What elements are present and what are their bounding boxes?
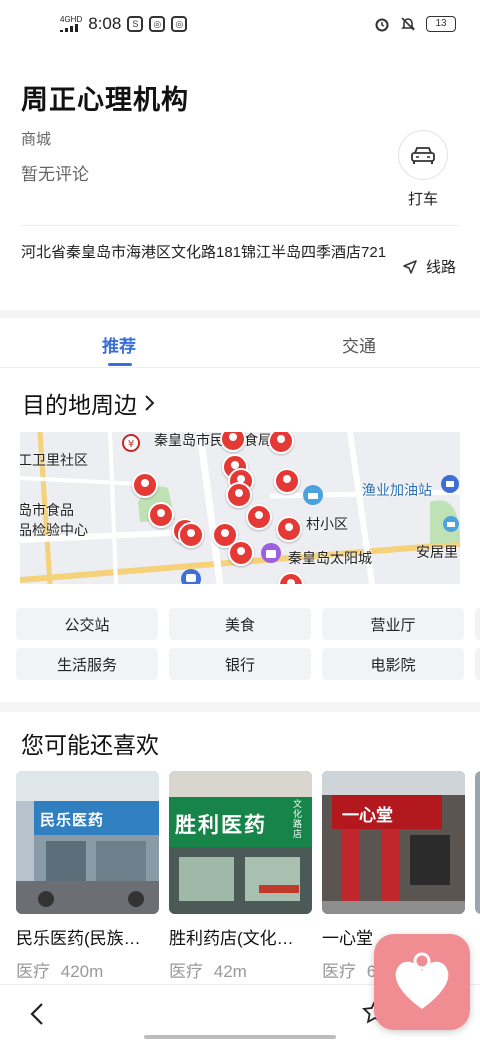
taxi-button[interactable]: [398, 130, 448, 180]
store-photo: 胜利医药 文化路店: [169, 771, 312, 914]
card-title: 胜利药店(文化…: [169, 929, 294, 948]
alarm-icon: [375, 18, 389, 32]
navigation-arrow-icon: [403, 259, 417, 274]
map-pin[interactable]: [148, 502, 174, 528]
notification-icon: S: [127, 16, 144, 32]
bus-icon: [181, 569, 201, 584]
svg-text:¥: ¥: [128, 439, 134, 450]
card-category: 医疗: [322, 962, 356, 981]
status-right: 13: [374, 16, 456, 32]
recommend-card[interactable]: 民乐医药 民乐医药(民族… 医疗 420m: [16, 771, 159, 982]
hospital-icon: [303, 485, 323, 505]
heart-person-icon: [395, 952, 449, 1009]
home-indicator[interactable]: [144, 1035, 336, 1039]
map-label: 秦皇岛太阳城: [288, 550, 372, 566]
map-label: 岛市食品: [20, 502, 74, 518]
map-pin[interactable]: [246, 504, 272, 530]
store-sign-side: 文化路店: [293, 799, 303, 839]
map-label: 村小区: [306, 516, 348, 532]
battery-indicator: 13: [426, 16, 456, 32]
detail-tabs-section: 推荐 交通 目的地周边 秦皇岛市民 食局 工卫里社区 渔业加油站 岛市食品 品检…: [0, 318, 480, 702]
place-address: 河北省秦皇岛市海港区文化路181锦江半岛四季酒店721: [21, 244, 387, 261]
store-sign: 民乐医药: [40, 812, 105, 829]
card-category: 医疗: [16, 962, 50, 981]
app-notification-icon: ◎: [149, 16, 166, 32]
chip-overflow-2: [475, 648, 480, 680]
map-pin[interactable]: [274, 468, 300, 494]
card-title: 民乐医药(民族…: [16, 929, 141, 948]
place-category: 商城: [21, 131, 52, 148]
chip-service-hall[interactable]: 营业厅: [322, 608, 464, 640]
map-pin[interactable]: [132, 472, 158, 498]
place-header: 周正心理机构 商城 暂无评论 打车 河北省秦皇岛市海港区文化路181锦江半岛四季…: [0, 52, 480, 310]
route-label: 线路: [426, 259, 457, 276]
floating-app-button[interactable]: [374, 934, 470, 1030]
status-bar: 4GHD 8:08 S ◎ ◎ 13: [0, 0, 480, 52]
chip-bus-stop[interactable]: 公交站: [16, 608, 158, 640]
poi-icon: [441, 475, 459, 493]
chip-food[interactable]: 美食: [169, 608, 311, 640]
chip-life-service[interactable]: 生活服务: [16, 648, 158, 680]
active-tab-indicator: [108, 363, 132, 366]
tab-recommend[interactable]: 推荐: [102, 332, 136, 357]
map-pin[interactable]: [228, 540, 254, 566]
tab-traffic[interactable]: 交通: [342, 332, 376, 357]
chip-overflow: [475, 608, 480, 640]
status-left: 4GHD 8:08 S ◎ ◎: [60, 14, 188, 34]
map-label: 秦皇岛市民: [154, 432, 224, 448]
place-title: 周正心理机构: [21, 85, 189, 115]
card-meta: 医疗 420m: [16, 957, 159, 982]
card-distance: 420m: [60, 962, 104, 981]
map-pin[interactable]: [178, 522, 204, 548]
signal-icon: 4GHD: [60, 16, 82, 32]
network-type: 4GHD: [60, 15, 83, 24]
divider: [21, 225, 459, 226]
store-sign: 胜利医药: [175, 814, 267, 837]
chip-bank[interactable]: 银行: [169, 648, 311, 680]
map-pin[interactable]: [226, 482, 252, 508]
nearby-title: 目的地周边: [22, 392, 137, 418]
shopping-icon: [261, 543, 281, 563]
map-label: 渔业加油站: [362, 482, 432, 498]
place-reviews[interactable]: 暂无评论: [21, 160, 89, 185]
nearby-header[interactable]: 目的地周边: [22, 386, 155, 420]
recommend-card-partial: [475, 771, 480, 914]
card-category: 医疗: [169, 962, 203, 981]
map-label: 安居里: [416, 544, 458, 560]
clock: 8:08: [88, 14, 122, 33]
recommend-card[interactable]: 胜利医药 文化路店 胜利药店(文化… 医疗 42m: [169, 771, 312, 982]
mute-icon: [401, 17, 415, 31]
nearby-map[interactable]: 秦皇岛市民 食局 工卫里社区 渔业加油站 岛市食品 品检验中心 村小区 安居里 …: [20, 432, 460, 584]
card-distance: 42m: [213, 962, 247, 981]
chip-cinema[interactable]: 电影院: [322, 648, 464, 680]
hospital-icon-2: [443, 516, 459, 532]
store-photo: 民乐医药: [16, 771, 159, 914]
card-meta: 医疗 42m: [169, 957, 312, 982]
car-icon: [411, 147, 435, 164]
map-label: 工卫里社区: [20, 452, 88, 468]
taxi-label[interactable]: 打车: [408, 188, 438, 209]
app-notification-icon-2: ◎: [171, 16, 188, 32]
store-photo: 一心堂: [322, 771, 465, 914]
bank-icon: ¥: [122, 434, 140, 452]
store-sign: 一心堂: [342, 806, 393, 825]
route-button[interactable]: 线路: [402, 256, 456, 277]
recommend-title: 您可能还喜欢: [21, 732, 159, 758]
tab-bar: 推荐 交通: [0, 318, 480, 368]
map-label: 品检验中心: [20, 522, 88, 538]
map-pin[interactable]: [276, 516, 302, 542]
back-arrow-icon[interactable]: [28, 1001, 48, 1027]
chevron-right-icon: [145, 395, 155, 411]
